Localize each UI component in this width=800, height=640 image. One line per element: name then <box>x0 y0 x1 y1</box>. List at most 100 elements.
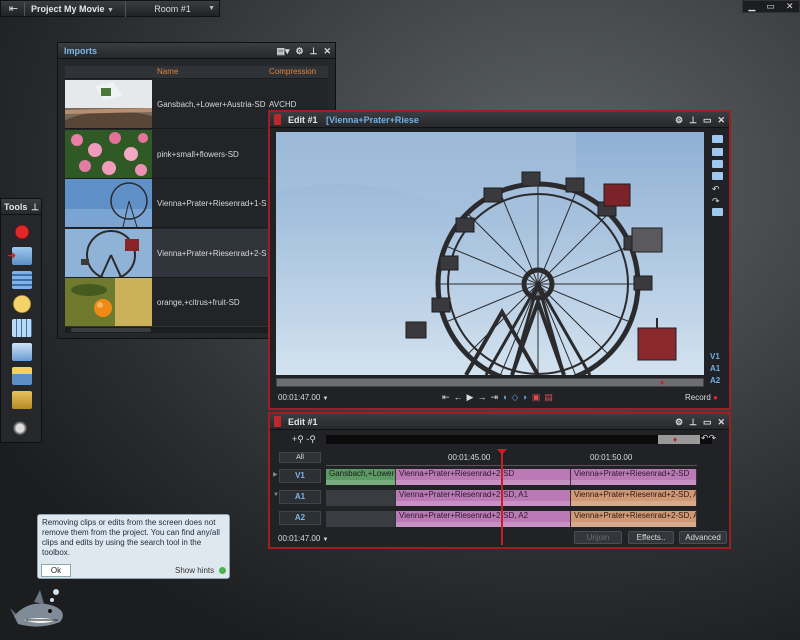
close-icon[interactable]: ✕ <box>786 1 794 12</box>
list-icon[interactable] <box>712 148 723 156</box>
undo-icon[interactable]: ↶ <box>701 433 709 443</box>
grid-icon[interactable] <box>12 319 32 337</box>
track-a2-label[interactable]: A2 <box>710 376 720 385</box>
scrubber-head-icon[interactable]: ♦ <box>660 379 664 387</box>
rotate-left-icon[interactable]: ↶ <box>712 184 723 194</box>
mark-clear-icon[interactable]: ◇ <box>511 392 518 403</box>
track-a2-button[interactable]: A2 <box>279 511 321 525</box>
record-control[interactable]: Record ● <box>685 393 718 402</box>
column-name[interactable]: Name <box>157 67 178 76</box>
timeline-title-bar[interactable]: Edit #1 ⚙ ⊥ ▭ ✕ <box>270 414 729 430</box>
insert-icon[interactable]: ▣ <box>532 392 541 403</box>
export-icon[interactable] <box>712 208 723 216</box>
folder-icon[interactable] <box>712 135 723 143</box>
ok-button[interactable]: Ok <box>41 564 71 577</box>
mark-out-icon[interactable]: ◗ <box>522 392 527 403</box>
timeline-clip[interactable]: Vienna+Prater+Riesenrad+2-SD, A <box>571 490 697 506</box>
imports-title-bar[interactable]: Imports ▤▾ ⚙ ⊥ ✕ <box>58 43 335 59</box>
settings-icon[interactable]: ⚙ <box>296 43 304 59</box>
show-hints-label[interactable]: Show hints <box>175 566 214 575</box>
maximize-icon[interactable]: ▭ <box>703 112 712 128</box>
pin-icon[interactable]: ⊥ <box>689 112 697 128</box>
track-a2[interactable]: Vienna+Prater+Riesenrad+2-SD, A2 Vienna+… <box>326 511 697 527</box>
timeline-overview[interactable]: ♦ <box>326 435 712 444</box>
users-icon[interactable] <box>12 421 32 439</box>
redo-icon[interactable]: ↷ <box>709 433 717 443</box>
import-icon[interactable]: ➜ <box>7 247 32 265</box>
overview-window[interactable]: ♦ <box>658 435 700 444</box>
go-start-icon[interactable]: ⇤ <box>442 392 450 403</box>
settings-icon[interactable]: ⚙ <box>675 414 683 430</box>
timeline-playhead[interactable] <box>497 449 507 545</box>
tools-panel: Tools ⊥ ➜ <box>0 198 42 443</box>
track-v1-label[interactable]: V1 <box>710 352 720 361</box>
multi-monitor-icon[interactable] <box>712 172 723 180</box>
project-dropdown-icon[interactable]: ▼ <box>107 7 114 14</box>
overwrite-icon[interactable]: ▤ <box>544 392 553 403</box>
timeline-clip[interactable]: Gansbach,+Lower+ <box>326 469 396 485</box>
step-forward-icon[interactable]: → <box>477 392 486 403</box>
cd-icon[interactable] <box>12 295 32 313</box>
track-v1[interactable]: Gansbach,+Lower+ Vienna+Prater+Riesenrad… <box>326 469 697 485</box>
shark-mascot-icon[interactable] <box>10 586 72 632</box>
timeline-clip-empty[interactable] <box>326 511 396 527</box>
settings-icon[interactable]: ⚙ <box>675 112 683 128</box>
edit-title-bar[interactable]: Edit #1 [Vienna+Prater+Riese ⚙ ⊥ ▭ ✕ <box>270 112 729 128</box>
minimize-icon[interactable]: ▁ <box>749 1 756 12</box>
track-a1-label[interactable]: A1 <box>710 364 720 373</box>
close-icon[interactable]: ✕ <box>717 112 725 128</box>
project-menu[interactable]: Project My Movie ▼ <box>31 1 114 18</box>
record-icon[interactable] <box>12 223 32 241</box>
close-icon[interactable]: ✕ <box>717 414 725 430</box>
clip-name: orange,+citrus+fruit-SD <box>157 298 240 307</box>
maximize-icon[interactable]: ▭ <box>766 1 775 12</box>
exit-icon[interactable]: ⇤ <box>3 2 25 16</box>
zoom-in-icon[interactable]: +⚲ <box>292 434 304 444</box>
view-mode-icon[interactable]: ▤▾ <box>277 43 290 59</box>
layers-icon[interactable] <box>12 343 32 361</box>
rotate-right-icon[interactable]: ↷ <box>712 196 723 206</box>
unjoin-button[interactable]: Unjoin <box>574 531 622 544</box>
zoom-out-icon[interactable]: -⚲ <box>306 434 316 444</box>
timeline-clip[interactable]: Vienna+Prater+Riesenrad+2-SD <box>571 469 697 485</box>
play-icon[interactable]: ▶ <box>467 392 474 403</box>
monitor-icon[interactable] <box>712 160 723 168</box>
time-ruler[interactable] <box>326 462 697 466</box>
timeline-clip[interactable]: Vienna+Prater+Riesenrad+2-SD, A2 <box>396 511 571 527</box>
timeline-clip[interactable]: Vienna+Prater+Riesenrad+2-SD, A <box>571 511 697 527</box>
hint-balloon: Removing clips or edits from the screen … <box>37 514 230 579</box>
tools-title-bar[interactable]: Tools ⊥ <box>1 199 41 215</box>
track-a1-button[interactable]: A1 <box>279 490 321 504</box>
thumbnail-ferris-wheel-gondola <box>65 229 152 277</box>
room-dropdown-icon[interactable]: ▼ <box>208 1 215 17</box>
tools-title: Tools <box>4 202 28 212</box>
track-a1[interactable]: Vienna+Prater+Riesenrad+2-SD, A1 Vienna+… <box>326 490 697 506</box>
edit-timecode[interactable]: 00:01:47.00 ▼ <box>278 393 328 402</box>
pin-icon[interactable]: ⊥ <box>31 199 39 215</box>
close-icon[interactable]: ✕ <box>323 43 331 59</box>
step-back-icon[interactable]: ← <box>454 392 463 403</box>
track-expand-icon[interactable]: ▶ <box>273 471 278 478</box>
video-preview[interactable] <box>276 132 704 375</box>
effects-button[interactable]: Effects.. <box>628 531 674 544</box>
timeline-timecode[interactable]: 00:01:47.00 ▼ <box>278 534 328 543</box>
timeline-clip-empty[interactable] <box>326 490 396 506</box>
room-selector[interactable]: Room #1 ▼ <box>125 1 219 17</box>
effects-icon[interactable] <box>12 367 32 385</box>
column-compression[interactable]: Compression <box>269 67 316 76</box>
export-icon[interactable] <box>12 391 32 409</box>
pin-icon[interactable]: ⊥ <box>689 414 697 430</box>
mark-in-icon[interactable]: ◖ <box>502 392 507 403</box>
show-hints-indicator-icon[interactable] <box>219 567 226 574</box>
all-tracks-button[interactable]: All <box>279 452 321 463</box>
timeline-clip[interactable]: Vienna+Prater+Riesenrad+2-SD <box>396 469 571 485</box>
advanced-button[interactable]: Advanced <box>679 531 727 544</box>
maximize-icon[interactable]: ▭ <box>703 414 712 430</box>
scrollbar-thumb[interactable] <box>71 328 151 332</box>
go-end-icon[interactable]: ⇥ <box>490 392 498 403</box>
timeline-clip[interactable]: Vienna+Prater+Riesenrad+2-SD, A1 <box>396 490 571 506</box>
preview-scrubber[interactable]: ♦ <box>276 378 704 387</box>
pin-icon[interactable]: ⊥ <box>310 43 318 59</box>
timeline-icon[interactable] <box>12 271 32 289</box>
track-v1-button[interactable]: V1 <box>279 469 321 483</box>
